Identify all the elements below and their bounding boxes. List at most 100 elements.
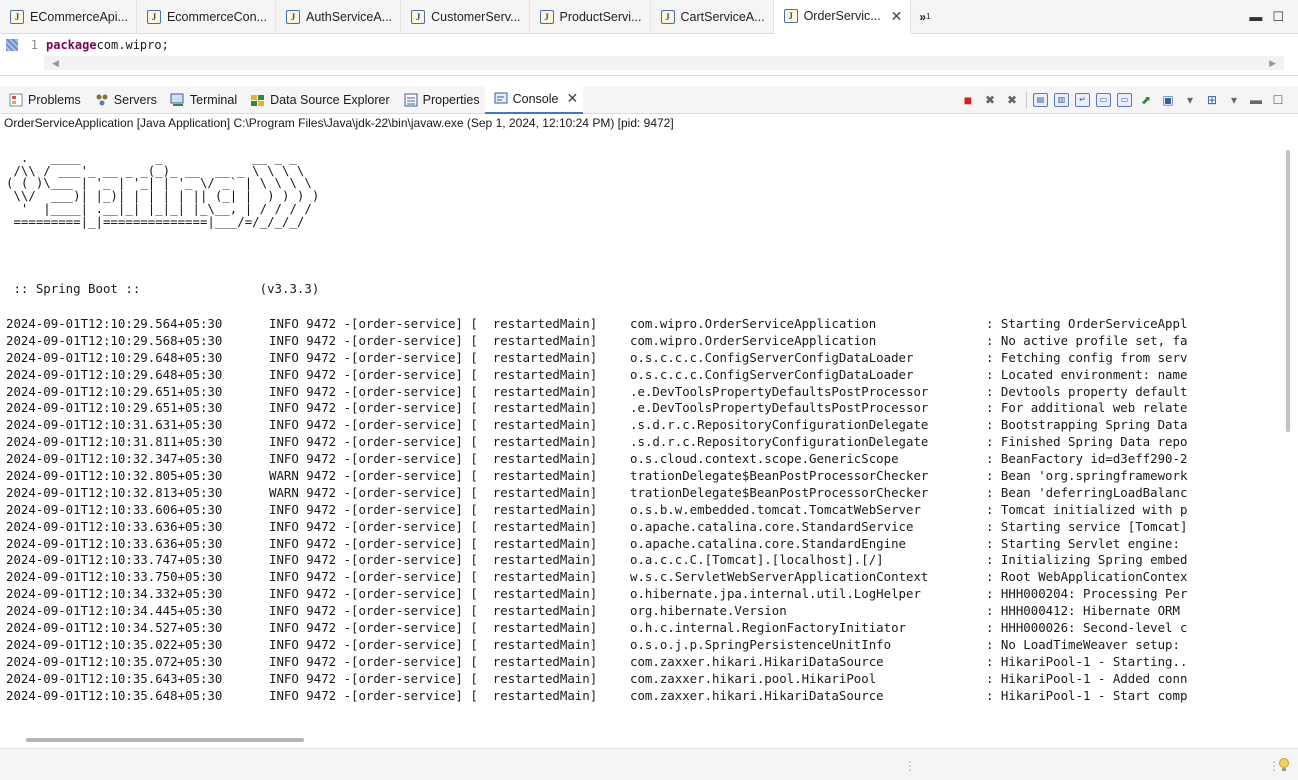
log-logger: o.hibernate.jpa.internal.util.LogHelper [630, 586, 921, 602]
log-level: INFO 9472 --- [269, 535, 351, 551]
log-logger: o.s.c.c.c.ConfigServerConfigDataLoader [630, 349, 914, 365]
editor-tab-label: ProductServi... [559, 10, 642, 24]
status-bar: ⋮ ⋮ [0, 748, 1298, 780]
editor-horizontal-scrollbar[interactable]: ◀ ▶ [44, 56, 1284, 70]
log-message: : No LoadTimeWeaver setup: [986, 636, 1188, 652]
log-level: INFO 9472 --- [269, 603, 351, 619]
log-logger: trationDelegate$BeanPostProcessorChecker [630, 468, 929, 484]
log-logger: com.zaxxer.hikari.pool.HikariPool [630, 670, 877, 686]
console-vertical-scrollbar[interactable] [1286, 150, 1290, 432]
minimize-icon[interactable]: ▬ [1249, 9, 1262, 24]
log-level: INFO 9472 --- [269, 349, 351, 365]
process-label: OrderServiceApplication [Java Applicatio… [4, 116, 674, 130]
scroll-left-icon[interactable]: ◀ [52, 56, 59, 70]
log-level: INFO 9472 --- [269, 366, 351, 382]
log-line: 2024-09-01T12:10:33.636+05:30 INFO 9472 -… [6, 536, 1284, 553]
log-logger: o.apache.catalina.core.StandardEngine [630, 535, 907, 551]
remove-launch-icon[interactable]: ✖ [982, 92, 998, 108]
log-message: : HHH000204: Processing Per [986, 586, 1188, 602]
log-level: INFO 9472 --- [269, 316, 351, 331]
tab-overflow-label: » [919, 9, 927, 24]
scroll-right-icon[interactable]: ▶ [1269, 56, 1276, 70]
editor-tab-cart-service[interactable]: J CartServiceA... [651, 0, 774, 34]
log-timestamp: 2024-09-01T12:10:34.332+05:30 [6, 586, 223, 602]
clear-console-icon[interactable]: ▤ [1033, 92, 1048, 107]
dropdown-icon[interactable]: ▾ [1226, 92, 1242, 108]
log-line: 2024-09-01T12:10:35.648+05:30 INFO 9472 -… [6, 688, 1284, 705]
java-file-icon: J [146, 10, 161, 24]
java-file-icon: J [783, 9, 798, 23]
lightbulb-icon[interactable] [1278, 757, 1290, 773]
console-horizontal-scrollbar[interactable] [26, 738, 304, 742]
dropdown-icon[interactable]: ▾ [1182, 92, 1198, 108]
tab-console[interactable]: Console ✕ [484, 85, 584, 114]
log-message: : Fetching config from serv [986, 349, 1188, 365]
log-line: 2024-09-01T12:10:35.643+05:30 INFO 9472 -… [6, 671, 1284, 688]
data-source-icon [250, 93, 266, 107]
editor-tab-auth-service[interactable]: J AuthServiceA... [276, 0, 402, 34]
log-timestamp: 2024-09-01T12:10:29.651+05:30 [6, 400, 223, 416]
log-thread: [order-service] [ restartedMain] [351, 400, 598, 416]
pin-console-icon[interactable]: ⬈ [1138, 92, 1154, 108]
editor-tab-ecommerce-api[interactable]: J ECommerceApi... [0, 0, 137, 34]
log-logger: .s.d.r.c.RepositoryConfigurationDelegate [630, 434, 929, 450]
new-console-icon[interactable]: ⊞ [1204, 92, 1220, 108]
log-level: INFO 9472 --- [269, 670, 351, 686]
display-console-icon[interactable]: ▣ [1160, 92, 1176, 108]
log-level: INFO 9472 --- [269, 501, 351, 517]
log-thread: [order-service] [ restartedMain] [351, 687, 598, 703]
tab-data-source-explorer[interactable]: Data Source Explorer [242, 86, 395, 114]
log-thread: [order-service] [ restartedMain] [351, 484, 598, 500]
log-message: : Bean 'deferringLoadBalanc [986, 484, 1188, 500]
java-file-icon: J [411, 10, 426, 24]
console-toolbar: ■ ✖ ✖ ▤ ▥ ↵ ▭ ▭ ⬈ ▣ ▾ ⊞ ▾ ▬ ☐ [960, 91, 1298, 108]
tab-servers[interactable]: Servers [86, 86, 162, 114]
log-message: : BeanFactory id=d3eff290-2 [986, 451, 1188, 467]
minimize-icon[interactable]: ▬ [1248, 92, 1264, 108]
editor-tab-customer-service[interactable]: J CustomerServ... [401, 0, 530, 34]
show-on-stderr-icon[interactable]: ▭ [1117, 92, 1132, 107]
java-file-icon: J [10, 10, 24, 24]
log-logger: com.zaxxer.hikari.HikariDataSource [630, 653, 884, 669]
log-level: INFO 9472 --- [269, 417, 351, 433]
maximize-icon[interactable]: ☐ [1272, 9, 1284, 25]
tab-overflow-button[interactable]: » 1 [911, 0, 938, 33]
console-output[interactable]: . ____ _ __ _ _ /\\ / ___'_ __ _ _(_)_ _… [0, 132, 1284, 735]
tab-properties[interactable]: Properties [395, 86, 485, 114]
tab-label: Problems [28, 92, 81, 107]
log-line: 2024-09-01T12:10:32.347+05:30 INFO 9472 -… [6, 451, 1284, 468]
console-icon [493, 92, 509, 106]
editor-tab-product-service[interactable]: J ProductServi... [530, 0, 651, 34]
remove-all-terminated-icon[interactable]: ✖ [1004, 92, 1020, 108]
terminate-icon[interactable]: ■ [960, 92, 976, 108]
log-timestamp: 2024-09-01T12:10:31.811+05:30 [6, 434, 223, 450]
log-line: 2024-09-01T12:10:29.651+05:30 INFO 9472 -… [6, 384, 1284, 401]
maximize-icon[interactable]: ☐ [1270, 92, 1286, 108]
log-timestamp: 2024-09-01T12:10:32.805+05:30 [6, 468, 223, 484]
log-message: : HikariPool-1 - Added conn [986, 670, 1188, 686]
editor-tab-ecommerce-con[interactable]: J EcommerceCon... [137, 0, 276, 34]
log-message: : Located environment: name [986, 366, 1188, 382]
scroll-lock-icon[interactable]: ▥ [1054, 92, 1069, 107]
log-message: : Starting Servlet engine: [986, 535, 1188, 551]
editor-tab-order-service[interactable]: J OrderServic... ✕ [773, 0, 912, 34]
log-level: INFO 9472 --- [269, 332, 351, 348]
log-message: : Finished Spring Data repo [986, 434, 1188, 450]
tab-terminal[interactable]: Terminal [162, 86, 242, 114]
log-timestamp: 2024-09-01T12:10:35.022+05:30 [6, 636, 223, 652]
word-wrap-icon[interactable]: ↵ [1075, 92, 1090, 107]
log-timestamp: 2024-09-01T12:10:35.648+05:30 [6, 687, 223, 703]
close-icon[interactable]: ✕ [567, 90, 579, 107]
log-line: 2024-09-01T12:10:31.811+05:30 INFO 9472 -… [6, 434, 1284, 451]
code-editor[interactable]: 1 package com.wipro; ◀ ▶ [0, 34, 1298, 76]
terminal-icon [170, 93, 186, 107]
spring-boot-version: :: Spring Boot :: (v3.3.3) [6, 281, 320, 296]
log-level: INFO 9472 --- [269, 434, 351, 450]
log-line: 2024-09-01T12:10:29.564+05:30 INFO 9472 -… [6, 316, 1284, 333]
log-timestamp: 2024-09-01T12:10:29.564+05:30 [6, 316, 223, 331]
log-line: 2024-09-01T12:10:29.651+05:30 INFO 9472 -… [6, 400, 1284, 417]
log-logger: .e.DevToolsPropertyDefaultsPostProcessor [630, 400, 929, 416]
show-on-stdout-icon[interactable]: ▭ [1096, 92, 1111, 107]
tab-problems[interactable]: Problems [0, 86, 86, 114]
close-icon[interactable]: ✕ [891, 8, 903, 25]
